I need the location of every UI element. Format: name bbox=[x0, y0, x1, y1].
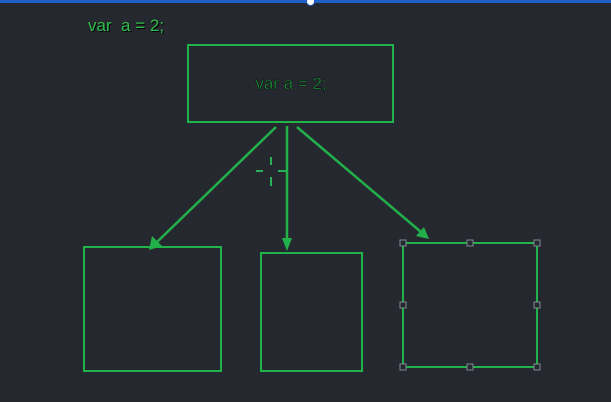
handle-middle-left[interactable] bbox=[399, 301, 407, 309]
handle-bottom-right[interactable] bbox=[533, 363, 541, 371]
arrow-to-right-box[interactable] bbox=[296, 126, 429, 239]
arrow-to-middle-box[interactable] bbox=[282, 126, 292, 251]
handle-top-right[interactable] bbox=[533, 239, 541, 247]
diagram-canvas[interactable]: var a = 2; var a = 2; bbox=[0, 0, 611, 402]
child-box-right[interactable] bbox=[402, 242, 538, 368]
handle-top-center[interactable] bbox=[466, 239, 474, 247]
handle-bottom-center[interactable] bbox=[466, 363, 474, 371]
crosshair-cursor-icon bbox=[256, 157, 286, 186]
child-box-middle[interactable] bbox=[260, 252, 363, 372]
flow-diagram: var a = 2; bbox=[83, 44, 541, 372]
handle-top-left[interactable] bbox=[399, 239, 407, 247]
handle-bottom-left[interactable] bbox=[399, 363, 407, 371]
handle-middle-right[interactable] bbox=[533, 301, 541, 309]
arrow-to-left-box[interactable] bbox=[149, 126, 277, 250]
selection-handles[interactable] bbox=[399, 239, 541, 371]
root-box-text: var a = 2; bbox=[255, 74, 326, 93]
child-box-left[interactable] bbox=[83, 246, 222, 372]
